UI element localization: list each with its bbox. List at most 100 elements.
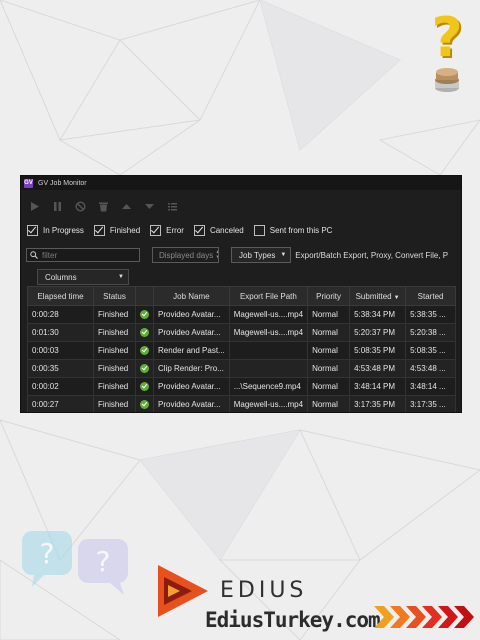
checkbox-label: Error [166,225,184,235]
check-circle-icon [140,400,149,410]
in-progress-checkbox[interactable]: In Progress [27,224,84,236]
cell-job-name: Provideo Avatar... [153,305,230,324]
toolbar [21,194,461,218]
table-row[interactable]: 0:00:35 Finished Clip Render: Pro... Nor… [27,359,457,378]
cell-submitted: 5:08:35 PM [349,341,407,360]
svg-text:?: ? [96,545,111,578]
pause-icon[interactable] [52,201,63,212]
finished-checkbox[interactable]: Finished [93,224,141,236]
cell-icon [135,395,154,412]
edius-wordmark: EDIUS [220,578,308,603]
header-export-path[interactable]: Export File Path [228,286,309,306]
header-priority[interactable]: Priority [307,286,351,306]
svg-text:?: ? [40,537,55,570]
check-circle-icon [140,382,149,392]
question-mark-icon: ? [431,6,463,69]
columns-label: Columns [45,272,77,282]
cell-export-path: ...\Sequence9.mp4 [228,377,309,396]
cell-started: 5:38:35 ... [405,305,457,324]
check-circle-icon [140,310,149,320]
header-elapsed[interactable]: Elapsed time [27,286,94,306]
spinner-icon[interactable]: ▲▼ [215,249,218,261]
app-icon: GV [24,178,33,188]
cell-icon [135,323,154,342]
play-icon[interactable] [29,201,40,212]
cell-elapsed: 0:01:30 [27,323,94,342]
cell-job-name: Provideo Avatar... [153,323,230,342]
cell-export-path: Magewell-us....mp4 [228,395,309,412]
table-header-row: Elapsed time Status Job Name Export File… [27,286,457,306]
header-started[interactable]: Started [405,286,457,306]
checkbox-label: Sent from this PC [269,225,333,235]
chevron-down-icon: ▼ [118,274,124,280]
cell-icon [135,305,154,324]
speech-bubbles-icon: ? ? [22,531,128,595]
cell-job-name: Clip Render: Pro... [153,359,230,378]
table-row[interactable]: 0:00:02 Finished Provideo Avatar... ...\… [27,377,457,396]
checkbox-label: In Progress [43,225,84,235]
job-types-dropdown[interactable]: Job Types ▼ [231,247,292,263]
table-row[interactable]: 0:00:27 Finished Provideo Avatar... Mage… [27,395,457,412]
sent-from-pc-checkbox[interactable]: Sent from this PC [253,224,333,236]
columns-dropdown[interactable]: Columns ▼ [37,269,129,285]
cell-job-name: Provideo Avatar... [153,377,230,396]
cell-elapsed: 0:00:35 [27,359,94,378]
checkbox-box[interactable] [193,224,205,236]
cell-submitted: 5:20:37 PM [349,323,407,342]
delete-icon[interactable] [98,201,109,212]
displayed-days-input[interactable]: Displayed days ▲▼ [152,247,219,263]
checkbox-box[interactable] [27,224,38,236]
error-checkbox[interactable]: Error [150,224,184,236]
move-down-icon[interactable] [144,201,155,212]
check-circle-icon [140,346,149,356]
cell-elapsed: 0:00:27 [27,395,94,412]
cell-started: 3:17:35 ... [405,395,457,412]
header-submitted[interactable]: Submitted ▼ [349,286,407,306]
job-types-value: Export/Batch Export, Proxy, Convert File… [295,250,449,260]
check-circle-icon [140,328,149,338]
cell-priority: Normal [307,377,351,396]
list-icon[interactable] [167,201,178,212]
checkbox-label: Finished [109,225,141,235]
canceled-checkbox[interactable]: Canceled [193,224,244,236]
cell-started: 4:53:48 ... [405,359,457,378]
cell-submitted: 3:17:35 PM [349,395,407,412]
cell-status: Finished [93,341,136,360]
cell-priority: Normal [307,359,351,378]
cell-export-path [228,341,309,360]
edius-logo-icon [158,565,208,617]
cell-status: Finished [93,305,136,324]
filter-row: filter Displayed days ▲▼ Job Types ▼ Exp… [21,246,461,264]
header-icon[interactable] [135,286,154,306]
search-input[interactable]: filter [26,248,140,262]
cell-priority: Normal [307,395,351,412]
move-up-icon[interactable] [121,201,132,212]
table-row[interactable]: 0:01:30 Finished Provideo Avatar... Mage… [27,323,457,342]
jobs-table: Elapsed time Status Job Name Export File… [27,286,457,412]
cell-status: Finished [93,359,136,378]
header-job-name[interactable]: Job Name [153,286,230,306]
cell-submitted: 5:38:34 PM [349,305,407,324]
site-url: EdiusTurkey.com [205,608,381,632]
header-submitted-label: Submitted [355,291,392,301]
checkbox-box[interactable] [253,224,265,236]
cancel-icon[interactable] [75,200,86,212]
cell-icon [135,341,154,360]
chevron-down-icon: ▼ [280,252,287,258]
cell-elapsed: 0:00:28 [27,305,94,324]
cell-status: Finished [93,395,136,412]
title-bar: GV GV Job Monitor [21,176,461,190]
checkbox-box[interactable] [150,224,162,236]
chevrons-icon [374,606,474,628]
checkbox-label: Canceled [209,225,244,235]
table-row[interactable]: 0:00:28 Finished Provideo Avatar... Mage… [27,305,457,324]
coins-icon [435,68,459,92]
cell-status: Finished [93,377,136,396]
cell-elapsed: 0:00:02 [27,377,94,396]
table-row[interactable]: 0:00:03 Finished Render and Past... Norm… [27,341,457,360]
header-status[interactable]: Status [93,286,136,306]
cell-job-name: Render and Past... [153,341,230,360]
cell-priority: Normal [307,341,351,360]
checkbox-box[interactable] [93,224,105,236]
job-types-label: Job Types [239,250,276,260]
